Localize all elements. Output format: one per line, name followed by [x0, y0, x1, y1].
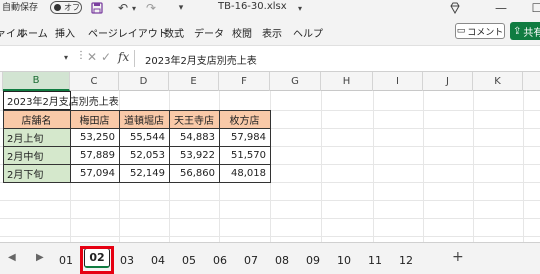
- undo-icon[interactable]: ↶: [116, 0, 130, 16]
- enter-icon[interactable]: ✓: [101, 50, 111, 64]
- sheet-tab-03[interactable]: 03: [118, 252, 136, 268]
- column-header-g[interactable]: G: [270, 72, 321, 91]
- sheet-tab-11[interactable]: 11: [366, 252, 384, 268]
- share-button[interactable]: ⇪ 共有: [510, 22, 540, 40]
- table-border: [3, 164, 271, 165]
- gridline: [473, 91, 474, 242]
- formula-divider: [134, 50, 135, 67]
- file-name: TB-16-30.xlsx: [218, 1, 287, 12]
- table-border: [3, 128, 271, 129]
- minimize-icon[interactable]: —: [494, 0, 508, 16]
- diamond-icon[interactable]: [448, 0, 462, 16]
- gridline: [523, 91, 524, 242]
- prev-sheet-icon[interactable]: ◀: [8, 252, 16, 263]
- filename-dropdown-icon[interactable]: ▾: [295, 0, 305, 16]
- comment-icon: ▭: [456, 26, 466, 36]
- title-bar: 自動保存 オフ ↶ ▾ ↷ ▾ TB-16-30.xlsx ▾ — ☐: [0, 0, 540, 17]
- column-header-h[interactable]: H: [321, 72, 373, 91]
- table-border: [70, 110, 71, 183]
- column-header-j[interactable]: J: [423, 72, 473, 91]
- table-border: [3, 146, 271, 147]
- sheet-tab-08[interactable]: 08: [273, 252, 291, 268]
- autosave-toggle-label: オフ: [64, 3, 80, 12]
- insert-function-icon[interactable]: fx: [118, 50, 129, 64]
- column-header-c[interactable]: C: [70, 72, 119, 91]
- column-header-k[interactable]: K: [473, 72, 523, 91]
- formula-input[interactable]: 2023年2月支店別売上表: [145, 52, 257, 67]
- spreadsheet-grid[interactable]: B C D E F G H I J K 2023年2月支店別売上表 店舗名 梅田…: [0, 72, 540, 242]
- sheet-tab-09[interactable]: 09: [304, 252, 322, 268]
- menu-page-layout[interactable]: ページレイアウト: [88, 25, 168, 40]
- share-button-label: 共有: [523, 27, 540, 39]
- sheet-tab-01[interactable]: 01: [57, 252, 75, 268]
- sheet-tab-10[interactable]: 10: [335, 252, 353, 268]
- maximize-icon[interactable]: ☐: [530, 0, 540, 16]
- active-tab-highlight-box: [80, 246, 114, 274]
- redo-icon[interactable]: ↷: [144, 0, 158, 16]
- save-icon[interactable]: [90, 0, 104, 16]
- sheet-tab-05[interactable]: 05: [180, 252, 198, 268]
- add-sheet-button[interactable]: +: [452, 249, 464, 265]
- comment-button-label: コメント: [467, 27, 504, 38]
- sheet-tab-06[interactable]: 06: [211, 252, 229, 268]
- column-header-row: B C D E F G H I J K: [0, 72, 540, 91]
- table-border: [219, 110, 220, 183]
- sheet-title: 2023年2月支店別売上表: [7, 97, 119, 108]
- menu-home[interactable]: ホーム: [18, 25, 48, 40]
- menu-review[interactable]: 校閲: [232, 25, 252, 40]
- name-box-dropdown-icon[interactable]: ▾: [64, 53, 68, 62]
- gridline: [423, 91, 424, 242]
- menu-formulas[interactable]: 数式: [164, 25, 184, 40]
- sheet-tab-07[interactable]: 07: [242, 252, 260, 268]
- menu-data[interactable]: データ: [194, 25, 224, 40]
- customize-toolbar-icon[interactable]: ▾: [176, 0, 186, 16]
- column-header-f[interactable]: F: [219, 72, 270, 91]
- sheet-tab-12[interactable]: 12: [397, 252, 415, 268]
- autosave-toggle[interactable]: オフ: [50, 1, 82, 14]
- column-header-b[interactable]: B: [3, 72, 70, 91]
- sheet-tab-04[interactable]: 04: [149, 252, 167, 268]
- toggle-knob: [54, 4, 61, 11]
- sheet-tab-bar: ◀ ▶ 01 02 03 04 05 06 07 08 09 10 11 12 …: [0, 242, 540, 274]
- formula-bar: ▾ ⋮ ✕ ✓ fx 2023年2月支店別売上表: [0, 46, 540, 72]
- formula-bar-grip-icon[interactable]: ⋮: [76, 50, 86, 61]
- menu-insert[interactable]: 挿入: [55, 25, 75, 40]
- cancel-icon[interactable]: ✕: [87, 50, 97, 64]
- column-header-i[interactable]: I: [373, 72, 423, 91]
- table-border: [119, 110, 120, 183]
- menu-view[interactable]: 表示: [262, 25, 282, 40]
- column-header-d[interactable]: D: [119, 72, 169, 91]
- ribbon-menu: ファイル ホーム 挿入 ページレイアウト 数式 データ 校閲 表示 ヘルプ ▭ …: [0, 17, 540, 46]
- next-sheet-icon[interactable]: ▶: [36, 252, 44, 263]
- column-header-e[interactable]: E: [169, 72, 219, 91]
- undo-dropdown-icon[interactable]: ▾: [130, 0, 138, 16]
- gridline: [373, 91, 374, 242]
- menu-help[interactable]: ヘルプ: [293, 25, 323, 40]
- table-border: [169, 110, 170, 183]
- autosave-label: 自動保存: [2, 3, 39, 13]
- share-icon: ⇪: [513, 25, 522, 37]
- comment-button[interactable]: ▭ コメント: [455, 23, 505, 39]
- gridline: [321, 91, 322, 242]
